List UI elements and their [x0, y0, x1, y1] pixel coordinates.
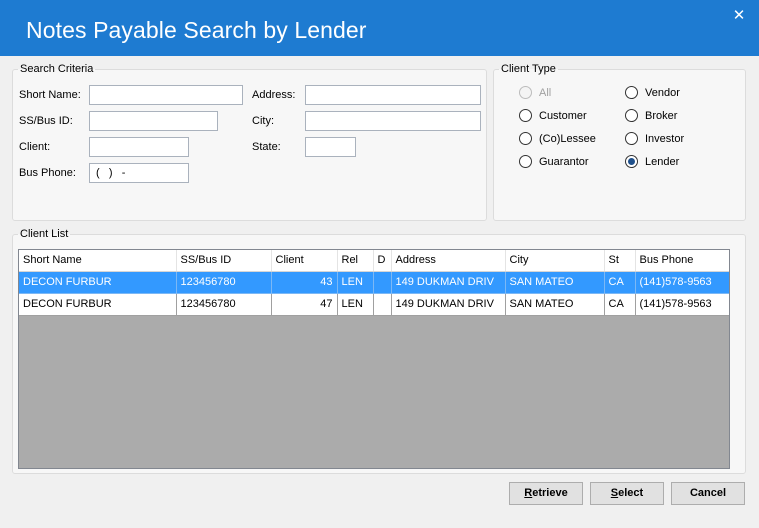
radio-unchecked-icon — [625, 109, 638, 122]
table-cell: 123456780 — [176, 293, 272, 316]
short-name-input[interactable] — [89, 85, 243, 105]
table-row[interactable]: DECON FURBUR 123456780 47 LEN 149 DUKMAN DRI… — [19, 293, 729, 316]
select-button[interactable]: Select — [590, 482, 664, 505]
client-type-radio-broker[interactable]: Broker — [625, 109, 677, 122]
search-criteria-legend: Search Criteria — [20, 63, 94, 75]
city-label: City: — [252, 115, 274, 127]
address-input[interactable] — [305, 85, 481, 105]
table-cell — [373, 293, 392, 316]
client-type-label: All — [539, 86, 552, 99]
client-list-legend: Client List — [20, 228, 69, 240]
ss-bus-id-label: SS/Bus ID: — [19, 115, 73, 127]
table-cell: 149 DUKMAN DRIV — [391, 293, 506, 316]
client-type-label: Guarantor — [539, 155, 589, 168]
table-cell: 47 — [271, 293, 338, 316]
radio-unchecked-icon — [519, 86, 532, 99]
client-type-legend: Client Type — [501, 63, 556, 75]
client-type-label: (Co)Lessee — [539, 132, 596, 145]
close-icon[interactable]: ✕ — [727, 4, 751, 28]
select-label: elect — [618, 487, 644, 499]
table-cell: DECON FURBUR — [19, 293, 177, 316]
client-type-label: Investor — [645, 132, 685, 145]
client-label: Client: — [19, 141, 51, 153]
table-cell: 123456780 — [176, 271, 272, 294]
bus-phone-label: Bus Phone: — [19, 167, 76, 179]
address-label: Address: — [252, 89, 296, 101]
client-type-radio-guarantor[interactable]: Guarantor — [519, 155, 589, 168]
column-header[interactable]: St — [604, 250, 636, 272]
table-cell: LEN — [337, 293, 374, 316]
table-cell: SAN MATEO — [505, 293, 605, 316]
state-label: State: — [252, 141, 281, 153]
state-input[interactable] — [305, 137, 356, 157]
title-bar: Notes Payable Search by Lender ✕ — [0, 0, 759, 56]
client-type-radio-vendor[interactable]: Vendor — [625, 86, 680, 99]
client-type-label: Broker — [645, 109, 678, 122]
table-cell: CA — [604, 271, 636, 294]
table-cell: DECON FURBUR — [19, 271, 177, 294]
table-cell: 149 DUKMAN DRIV — [391, 271, 506, 294]
client-type-label: Lender — [645, 155, 680, 168]
column-header[interactable]: City — [505, 250, 605, 272]
client-input[interactable] — [89, 137, 189, 157]
column-header[interactable]: D — [373, 250, 392, 272]
column-header[interactable]: Bus Phone — [635, 250, 729, 272]
radio-unchecked-icon — [519, 155, 532, 168]
table-cell: (141)578-9563 — [635, 271, 729, 294]
bus-phone-input[interactable] — [89, 163, 189, 183]
retrieve-button[interactable]: Retrieve — [509, 482, 583, 505]
radio-dot-icon — [628, 158, 635, 165]
cancel-button[interactable]: Cancel — [671, 482, 745, 505]
client-type-radio-lender[interactable]: Lender — [625, 155, 679, 168]
table-cell: 43 — [271, 271, 338, 294]
client-type-label: Customer — [539, 109, 587, 122]
client-list-grid[interactable]: Short Name SS/Bus ID Client Rel D Address City… — [18, 249, 730, 469]
ss-bus-id-input[interactable] — [89, 111, 218, 131]
radio-checked-icon — [625, 155, 638, 168]
table-cell: SAN MATEO — [505, 271, 605, 294]
radio-unchecked-icon — [519, 132, 532, 145]
table-cell: CA — [604, 293, 636, 316]
column-header[interactable]: Short Name — [19, 250, 177, 272]
column-header[interactable]: SS/Bus ID — [176, 250, 272, 272]
client-type-radio-colessee[interactable]: (Co)Lessee — [519, 132, 596, 145]
window-title: Notes Payable Search by Lender — [26, 17, 367, 43]
column-header[interactable]: Address — [391, 250, 506, 272]
radio-unchecked-icon — [519, 109, 532, 122]
table-cell — [373, 271, 392, 294]
table-cell: LEN — [337, 271, 374, 294]
client-type-radio-customer[interactable]: Customer — [519, 109, 587, 122]
radio-unchecked-icon — [625, 132, 638, 145]
retrieve-label: etrieve — [532, 487, 568, 499]
column-header[interactable]: Rel — [337, 250, 374, 272]
table-row[interactable]: DECON FURBUR 123456780 43 LEN 149 DUKMAN DRI… — [19, 271, 729, 294]
radio-unchecked-icon — [625, 86, 638, 99]
client-list-table: Short Name SS/Bus ID Client Rel D Address City… — [19, 250, 729, 316]
short-name-label: Short Name: — [19, 89, 81, 101]
city-input[interactable] — [305, 111, 481, 131]
table-cell: (141)578-9563 — [635, 293, 729, 316]
client-type-radio-all: All — [519, 86, 551, 99]
table-header-row: Short Name SS/Bus ID Client Rel D Address City… — [19, 250, 729, 272]
client-type-label: Vendor — [645, 86, 680, 99]
column-header[interactable]: Client — [271, 250, 338, 272]
client-type-radio-investor[interactable]: Investor — [625, 132, 684, 145]
